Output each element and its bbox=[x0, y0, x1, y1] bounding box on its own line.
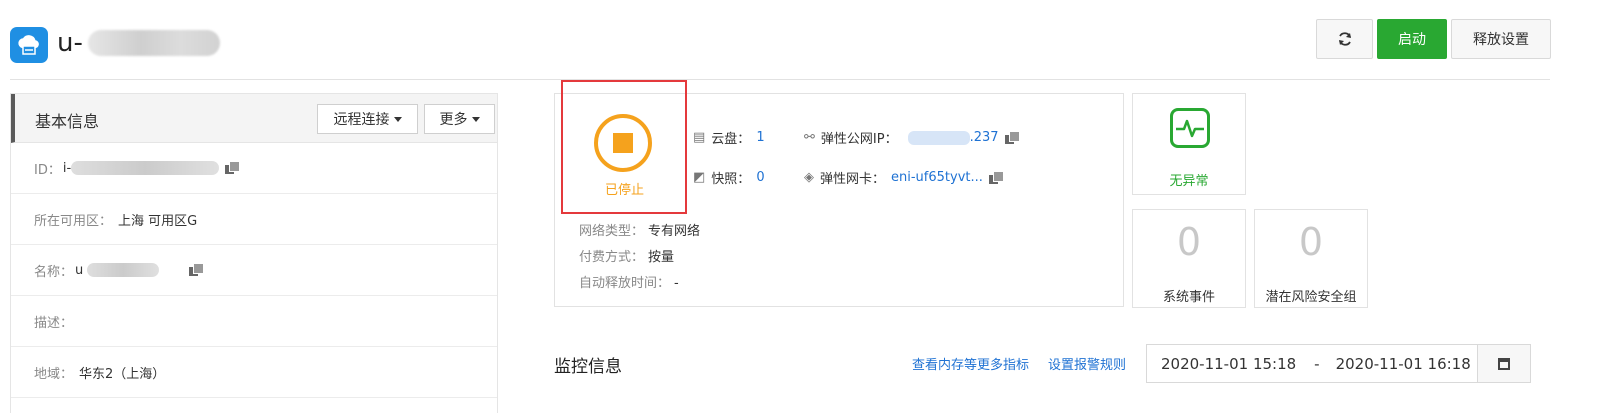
chevron-down-icon bbox=[471, 116, 480, 122]
chevron-down-icon bbox=[393, 116, 402, 122]
cloud-disk-label: 云盘： bbox=[711, 132, 751, 147]
eip-label: 弹性公网IP： bbox=[820, 132, 898, 147]
network-card-icon: ◈ bbox=[804, 170, 814, 185]
auto-release-label: 自动释放时间： bbox=[579, 276, 671, 291]
id-value: i- bbox=[62, 160, 72, 176]
system-events-card[interactable]: 0 系统事件 bbox=[1132, 209, 1246, 308]
copy-icon[interactable] bbox=[988, 170, 1004, 185]
network-type-label: 网络类型： bbox=[579, 224, 645, 239]
end-time: 2020-11-01 16:18 bbox=[1335, 354, 1471, 373]
instance-name-redacted bbox=[88, 30, 220, 56]
info-row-zone: 所在可用区： 上海 可用区G bbox=[11, 194, 497, 245]
snapshot-label: 快照： bbox=[711, 172, 751, 187]
health-status-label: 无异常 bbox=[1169, 174, 1209, 189]
risk-security-groups-card[interactable]: 0 潜在风险安全组 bbox=[1254, 209, 1368, 308]
link-icon: ⚯ bbox=[804, 130, 815, 145]
copy-icon[interactable] bbox=[189, 263, 205, 277]
range-separator: - bbox=[1314, 354, 1320, 373]
disk-icon: ▤ bbox=[693, 130, 706, 145]
name-redacted bbox=[87, 263, 160, 277]
eni-item: ◈ 弹性网卡： eni-uf65tyvt... bbox=[804, 168, 1004, 187]
eip-link[interactable]: .237 bbox=[970, 130, 999, 145]
stop-square-icon bbox=[613, 133, 633, 153]
calendar-icon bbox=[1498, 357, 1510, 370]
snapshot-icon: ◩ bbox=[693, 170, 706, 185]
billing-label: 付费方式： bbox=[579, 250, 645, 265]
release-settings-button[interactable]: 释放设置 bbox=[1451, 19, 1551, 59]
snapshot-item: ◩ 快照： 0 bbox=[693, 168, 765, 187]
risk-security-groups-label: 潜在风险安全组 bbox=[1265, 290, 1357, 305]
billing-value: 按量 bbox=[648, 250, 675, 265]
eip-item: ⚯ 弹性公网IP： .237 bbox=[804, 128, 1020, 147]
name-label: 名称： bbox=[34, 264, 74, 280]
region-value: 华东2（上海） bbox=[79, 366, 166, 382]
system-events-count: 0 bbox=[1176, 220, 1202, 264]
start-time: 2020-11-01 15:18 bbox=[1161, 354, 1297, 373]
eni-label: 弹性网卡： bbox=[820, 172, 886, 187]
info-row-region: 地域： 华东2（上海） bbox=[11, 347, 497, 398]
copy-icon[interactable] bbox=[1004, 130, 1020, 145]
date-range-input[interactable]: 2020-11-01 15:18 - 2020-11-01 16:18 bbox=[1146, 344, 1478, 383]
id-redacted bbox=[71, 161, 220, 175]
stopped-icon bbox=[594, 114, 652, 172]
more-metrics-link[interactable]: 查看内存等更多指标 bbox=[912, 354, 1029, 373]
billing-row: 付费方式： 按量 bbox=[579, 246, 674, 265]
cloud-disk-item: ▤ 云盘： 1 bbox=[693, 128, 765, 147]
description-label: 描述： bbox=[34, 315, 74, 331]
snapshot-link[interactable]: 0 bbox=[756, 170, 764, 185]
monitor-title: 监控信息 bbox=[554, 357, 622, 377]
remote-connect-label: 远程连接 bbox=[333, 112, 390, 128]
auto-release-row: 自动释放时间： - bbox=[579, 272, 679, 291]
page-header: u- 启动 释放设置 bbox=[0, 0, 1607, 80]
instance-name: u- bbox=[57, 28, 83, 58]
info-row-name: 名称： u bbox=[11, 245, 497, 296]
region-label: 地域： bbox=[34, 366, 74, 382]
alarm-rules-link[interactable]: 设置报警规则 bbox=[1048, 354, 1126, 373]
network-type-row: 网络类型： 专有网络 bbox=[579, 220, 700, 239]
refresh-button[interactable] bbox=[1316, 19, 1373, 59]
copy-icon[interactable] bbox=[225, 161, 241, 175]
heartbeat-icon bbox=[1170, 108, 1210, 148]
network-type-value: 专有网络 bbox=[648, 224, 701, 239]
remote-connect-button[interactable]: 远程连接 bbox=[317, 104, 418, 134]
system-events-label: 系统事件 bbox=[1162, 290, 1215, 305]
basic-info-title: 基本信息 bbox=[35, 112, 100, 131]
basic-info-panel: 基本信息 远程连接 更多 ID： i- 所在可用区： 上海 可用区G 名称： u… bbox=[10, 93, 498, 413]
health-status-card[interactable]: 无异常 bbox=[1132, 93, 1246, 195]
cloud-disk-link[interactable]: 1 bbox=[756, 130, 764, 145]
info-row-description: 描述： bbox=[11, 296, 497, 347]
calendar-button[interactable] bbox=[1477, 344, 1531, 383]
eni-link[interactable]: eni-uf65tyvt... bbox=[891, 170, 983, 185]
id-label: ID： bbox=[34, 162, 61, 178]
info-row-id: ID： i- bbox=[11, 143, 497, 194]
basic-info-header: 基本信息 远程连接 更多 bbox=[11, 94, 497, 143]
start-button[interactable]: 启动 bbox=[1377, 19, 1447, 59]
zone-label: 所在可用区： bbox=[34, 213, 113, 229]
zone-value: 上海 可用区G bbox=[118, 213, 198, 229]
refresh-icon bbox=[1338, 32, 1351, 46]
name-value: u bbox=[75, 262, 84, 278]
status-label: 已停止 bbox=[605, 183, 645, 198]
instance-logo-icon bbox=[10, 27, 48, 63]
more-button[interactable]: 更多 bbox=[424, 104, 495, 134]
auto-release-value: - bbox=[674, 276, 679, 291]
header-divider bbox=[10, 79, 1550, 80]
risk-security-groups-count: 0 bbox=[1298, 220, 1324, 264]
more-label: 更多 bbox=[439, 112, 468, 128]
eip-redacted bbox=[907, 130, 970, 145]
